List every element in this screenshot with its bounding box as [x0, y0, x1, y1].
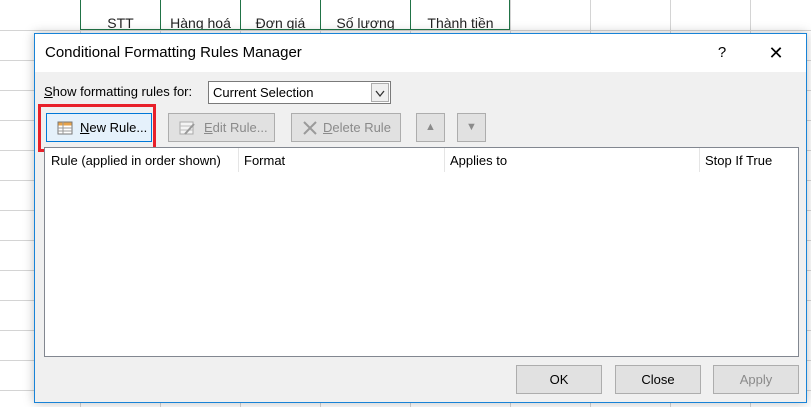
show-rules-dropdown[interactable]: Current Selection: [208, 81, 391, 104]
edit-rule-icon: [179, 121, 195, 135]
sheet-cell[interactable]: Số lượng: [321, 0, 411, 29]
move-up-button[interactable]: ▲: [416, 113, 445, 142]
close-icon[interactable]: ✕: [753, 34, 799, 72]
conditional-formatting-dialog: Conditional Formatting Rules Manager ? ✕…: [34, 33, 807, 403]
edit-rule-label: Edit Rule...: [204, 120, 268, 135]
delete-rule-button[interactable]: Delete Rule: [291, 113, 401, 142]
dialog-title: Conditional Formatting Rules Manager: [45, 44, 302, 61]
column-header-applies-to[interactable]: Applies to: [450, 148, 700, 174]
rules-list[interactable]: Rule (applied in order shown) Format App…: [44, 147, 799, 357]
show-rules-value: Current Selection: [213, 85, 314, 100]
column-header-stop-if-true[interactable]: Stop If True: [705, 148, 795, 174]
move-down-button[interactable]: ▼: [457, 113, 486, 142]
dialog-titlebar[interactable]: Conditional Formatting Rules Manager ? ✕: [35, 34, 806, 72]
sheet-header-row: STT Hàng hoá Đơn giá Số lượng Thành tiền: [80, 0, 510, 30]
sheet-cell[interactable]: Thành tiền: [411, 0, 509, 29]
column-divider[interactable]: [444, 148, 445, 172]
arrow-down-icon: ▼: [466, 121, 477, 133]
edit-rule-button[interactable]: Edit Rule...: [168, 113, 275, 142]
sheet-cell[interactable]: Đơn giá: [241, 0, 321, 29]
chevron-down-icon: [375, 90, 385, 98]
help-button[interactable]: ?: [699, 34, 745, 72]
column-divider[interactable]: [699, 148, 700, 172]
delete-rule-label: Delete Rule: [323, 120, 391, 135]
new-rule-highlight-box: [38, 104, 156, 152]
grid-line: [0, 30, 811, 31]
rules-list-header: Rule (applied in order shown) Format App…: [45, 148, 798, 174]
column-divider[interactable]: [238, 148, 239, 172]
show-rules-label: Show formatting rules for:: [44, 84, 193, 99]
sheet-cell[interactable]: STT: [81, 0, 161, 29]
close-button[interactable]: Close: [615, 365, 701, 394]
sheet-cell[interactable]: Hàng hoá: [161, 0, 241, 29]
dropdown-arrow-button[interactable]: [371, 83, 389, 102]
column-header-format[interactable]: Format: [244, 148, 444, 174]
apply-button[interactable]: Apply: [713, 365, 799, 394]
column-header-rule[interactable]: Rule (applied in order shown): [51, 148, 237, 174]
arrow-up-icon: ▲: [425, 121, 436, 133]
ok-button[interactable]: OK: [516, 365, 602, 394]
delete-x-icon: [303, 121, 317, 135]
